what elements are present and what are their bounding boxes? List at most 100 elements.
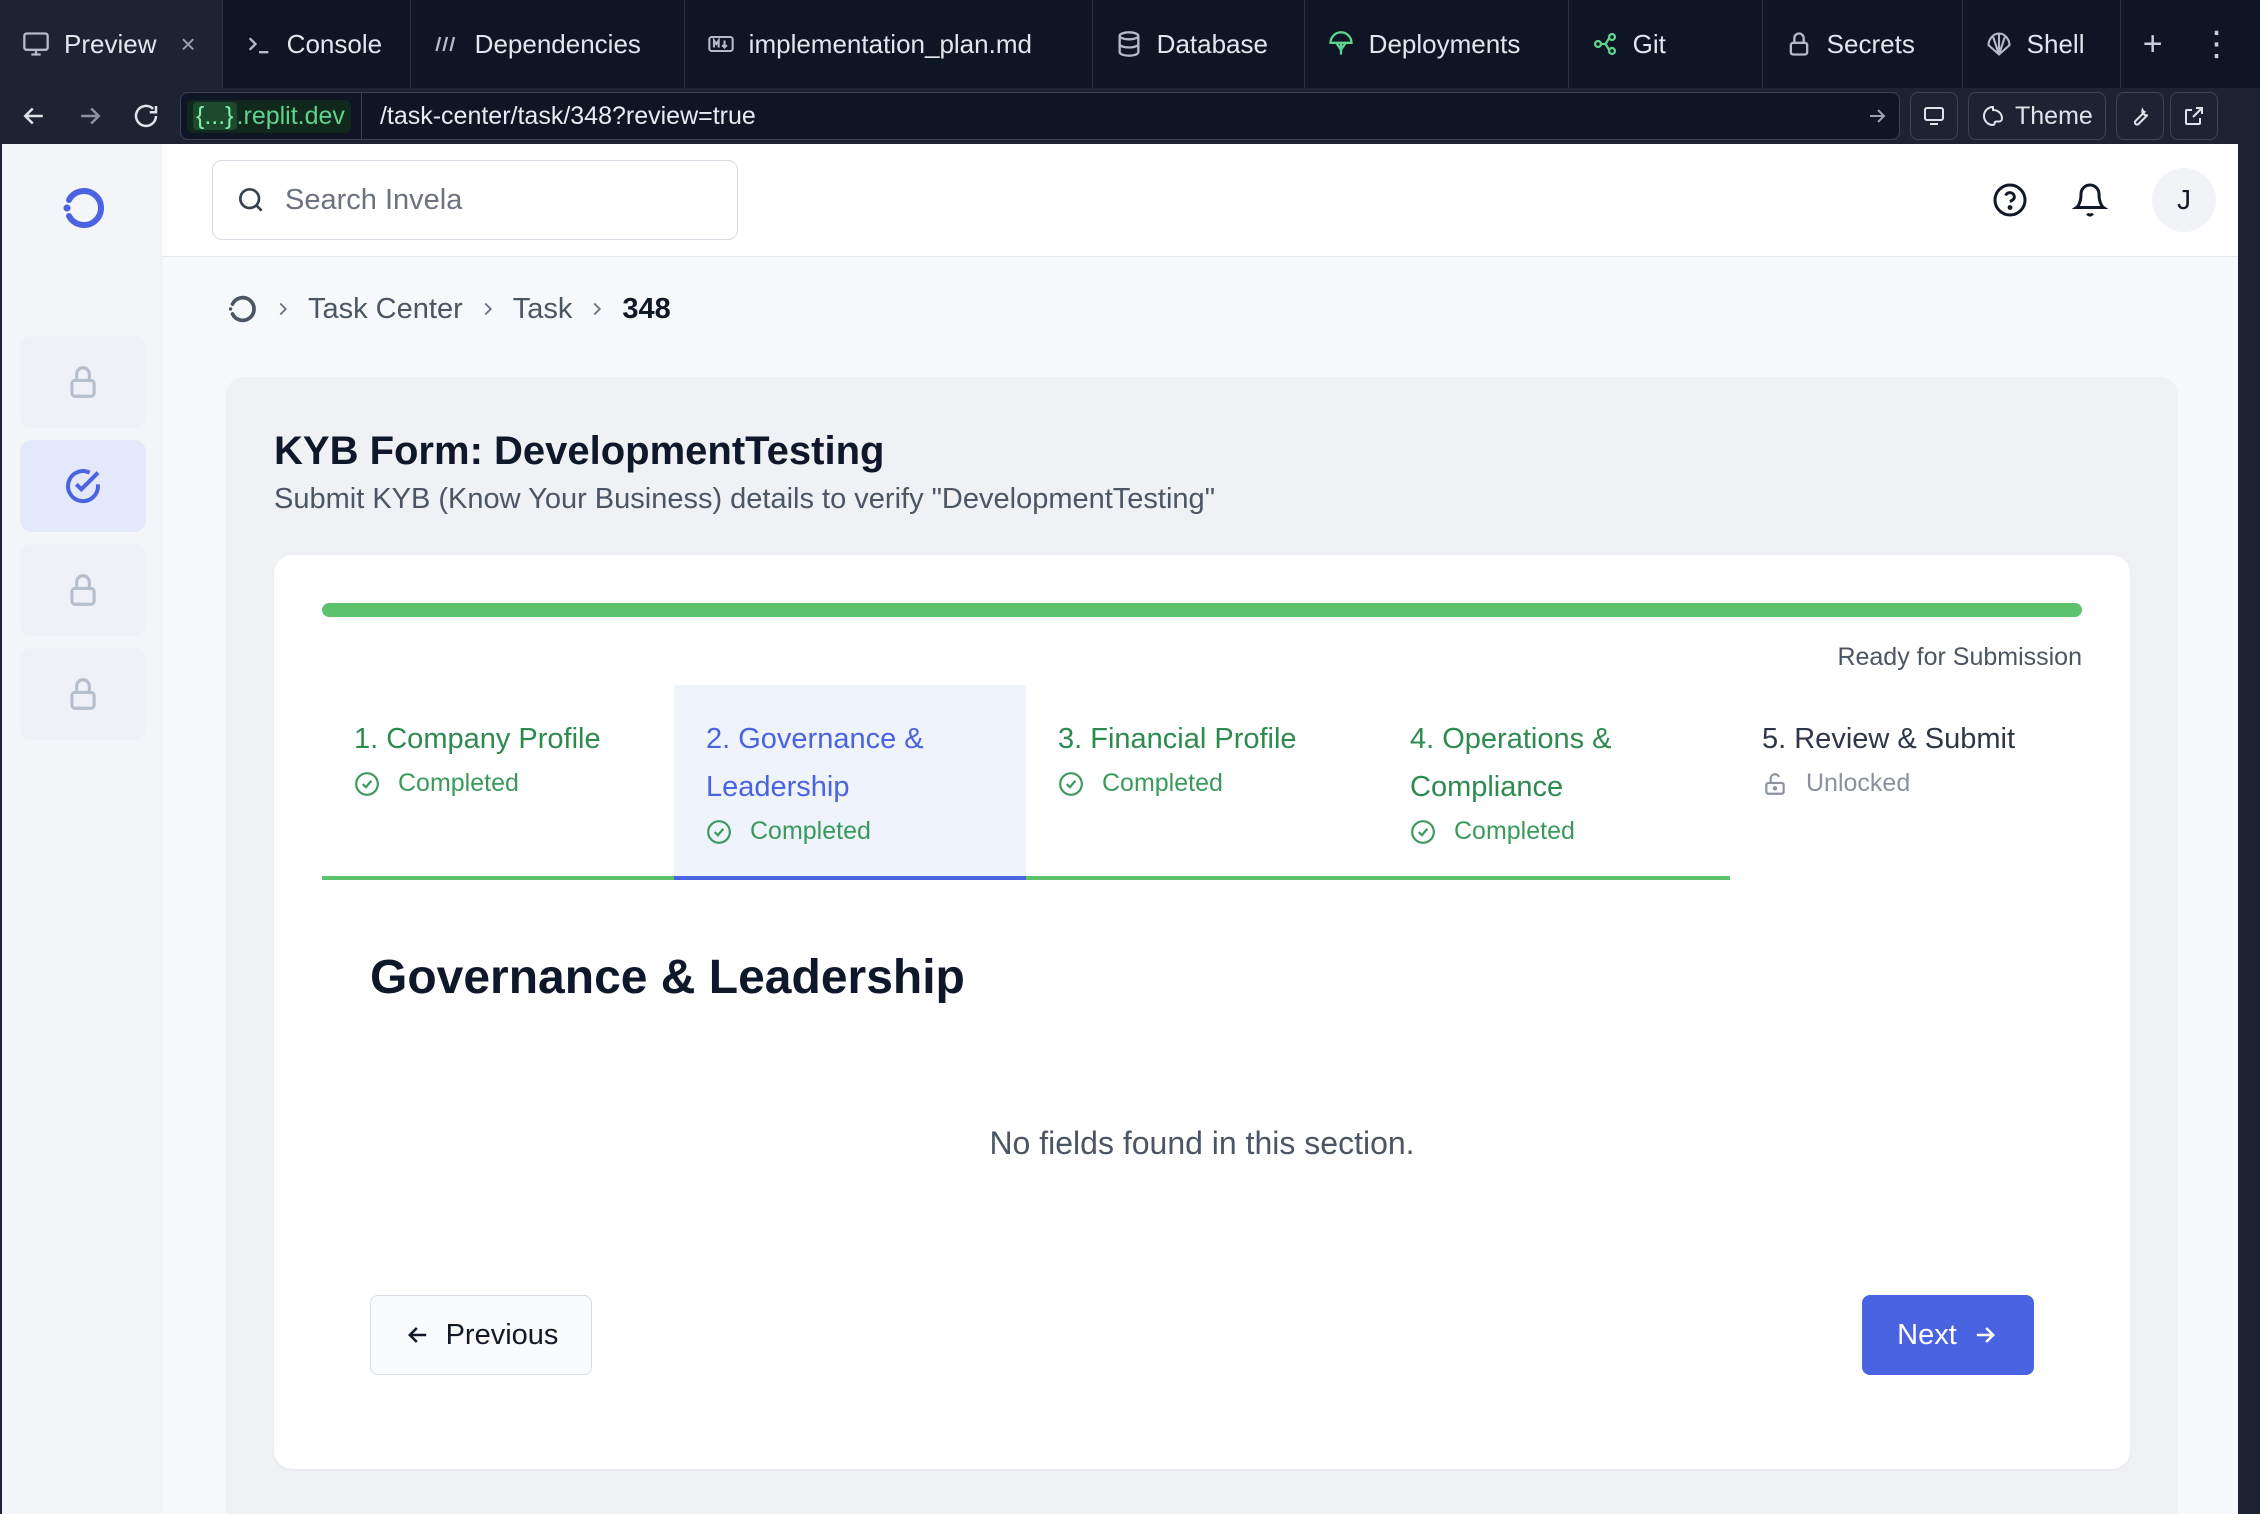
- dependencies-icon: [433, 30, 461, 58]
- step-indicator: [322, 876, 674, 880]
- step-status-label: Completed: [398, 769, 519, 797]
- step-status-label: Completed: [1454, 817, 1575, 845]
- lock-icon: [70, 574, 96, 606]
- devtools-button[interactable]: [2115, 92, 2164, 140]
- page-title: KYB Form: DevelopmentTesting: [274, 429, 885, 473]
- check-circle-icon: [1411, 819, 1435, 844]
- open-new-tab-button[interactable]: [2169, 92, 2218, 140]
- tab-label: Shell: [2026, 28, 2085, 59]
- theme-button[interactable]: Theme: [1968, 92, 2106, 140]
- arrow-right-icon: [81, 107, 101, 125]
- step-status: Completed: [1058, 769, 1346, 798]
- next-button[interactable]: Next: [1862, 1295, 2034, 1375]
- sidebar-item-locked-1[interactable]: [20, 336, 146, 428]
- search-input[interactable]: [285, 183, 705, 217]
- step-title: 3. Financial Profile: [1058, 723, 1297, 755]
- url-host-domain: .replit.dev: [236, 101, 345, 130]
- chevron-right-icon: [258, 298, 308, 320]
- url-field[interactable]: {...} .replit.dev /task-center/task/348?r…: [180, 92, 1900, 140]
- app-viewport: J Task Center Task 348 KYB Form: Develop…: [2, 144, 2238, 1514]
- tab-secrets[interactable]: Secrets: [1763, 0, 1963, 88]
- tab-label: Secrets: [1826, 28, 1915, 59]
- monitor-icon: [1924, 107, 1944, 125]
- device-preview-button[interactable]: [1910, 92, 1958, 140]
- sidebar-rail: [2, 144, 162, 1514]
- sidebar-item-locked-3[interactable]: [20, 648, 146, 740]
- progress-bar: [322, 603, 2082, 617]
- check-circle-icon: [1059, 771, 1083, 796]
- step-indicator: [1026, 876, 1378, 880]
- close-icon[interactable]: ×: [180, 29, 195, 60]
- step-status: Completed: [1410, 817, 1698, 846]
- step-operations-compliance[interactable]: 4. Operations & Compliance Completed: [1378, 685, 1730, 880]
- home-logo-icon[interactable]: [224, 292, 258, 326]
- step-title: 2. Governance & Leadership: [706, 723, 924, 803]
- tab-label: Database: [1156, 28, 1268, 59]
- step-status-label: Completed: [750, 817, 871, 845]
- page-subtitle: Submit KYB (Know Your Business) details …: [274, 483, 1215, 515]
- lock-icon: [70, 366, 96, 398]
- tab-implementation-plan[interactable]: implementation_plan.md: [685, 0, 1093, 88]
- step-indicator: [1378, 876, 1730, 880]
- back-button[interactable]: [6, 88, 62, 144]
- step-review-submit[interactable]: 5. Review & Submit Unlocked: [1730, 685, 2082, 880]
- notifications-button[interactable]: [2060, 170, 2120, 230]
- step-status-label: Completed: [1102, 769, 1223, 797]
- deployments-icon: [1327, 30, 1355, 58]
- previous-button[interactable]: Previous: [370, 1295, 592, 1375]
- sidebar-item-tasks[interactable]: [20, 440, 146, 532]
- form-card: Ready for Submission 1. Company Profile …: [274, 555, 2130, 1469]
- tab-database[interactable]: Database: [1093, 0, 1305, 88]
- go-arrow-icon[interactable]: [1865, 104, 1889, 128]
- tab-label: implementation_plan.md: [748, 28, 1032, 59]
- forward-button[interactable]: [62, 88, 118, 144]
- tab-dependencies[interactable]: Dependencies: [411, 0, 685, 88]
- breadcrumb-current: 348: [622, 292, 671, 325]
- arrow-left-icon: [407, 1327, 426, 1343]
- url-divider: [360, 92, 362, 140]
- reload-button[interactable]: [118, 88, 174, 144]
- search-box[interactable]: [212, 160, 738, 240]
- help-circle-icon: [1993, 183, 2027, 217]
- tab-label: Preview: [64, 28, 157, 59]
- step-status: Completed: [354, 769, 642, 798]
- help-button[interactable]: [1980, 170, 2040, 230]
- section-title: Governance & Leadership: [370, 951, 965, 1004]
- more-options-button[interactable]: ⋮: [2185, 0, 2249, 88]
- tab-console[interactable]: Console: [223, 0, 411, 88]
- step-indicator: [1730, 876, 2082, 880]
- add-tab-button[interactable]: +: [2121, 0, 2185, 88]
- user-avatar[interactable]: J: [2152, 168, 2216, 232]
- step-title: 4. Operations & Compliance: [1410, 723, 1612, 803]
- step-company-profile[interactable]: 1. Company Profile Completed: [322, 685, 674, 880]
- url-host: {...} .replit.dev: [187, 99, 351, 133]
- tab-preview[interactable]: Preview ×: [0, 0, 223, 88]
- theme-label: Theme: [2015, 101, 2093, 130]
- palette-icon: [1983, 105, 2004, 127]
- tab-git[interactable]: Git: [1569, 0, 1763, 88]
- progress-fill: [322, 603, 2082, 617]
- chevron-right-icon: [463, 298, 513, 320]
- url-path[interactable]: /task-center/task/348?review=true: [380, 102, 1865, 131]
- monitor-icon: [22, 30, 50, 58]
- invela-logo-icon[interactable]: [57, 182, 109, 234]
- breadcrumb-task-center[interactable]: Task Center: [308, 293, 463, 326]
- tab-shell[interactable]: Shell: [1963, 0, 2121, 88]
- breadcrumb-task[interactable]: Task: [513, 293, 573, 326]
- step-status-label: Unlocked: [1806, 769, 1911, 797]
- lock-icon: [1785, 30, 1813, 58]
- reload-icon: [134, 104, 158, 128]
- step-financial-profile[interactable]: 3. Financial Profile Completed: [1026, 685, 1378, 880]
- check-circle-icon: [707, 819, 731, 844]
- git-icon: [1591, 30, 1619, 58]
- sidebar-item-locked-2[interactable]: [20, 544, 146, 636]
- tab-deployments[interactable]: Deployments: [1305, 0, 1569, 88]
- step-governance-leadership[interactable]: 2. Governance & Leadership Completed: [674, 685, 1026, 880]
- preview-url-bar: {...} .replit.dev /task-center/task/348?r…: [0, 88, 2260, 144]
- progress-status: Ready for Submission: [1837, 643, 2082, 671]
- tab-label: Dependencies: [474, 28, 641, 59]
- database-icon: [1115, 30, 1143, 58]
- breadcrumb: Task Center Task 348: [224, 292, 671, 326]
- next-label: Next: [1897, 1318, 1957, 1351]
- previous-label: Previous: [445, 1318, 559, 1351]
